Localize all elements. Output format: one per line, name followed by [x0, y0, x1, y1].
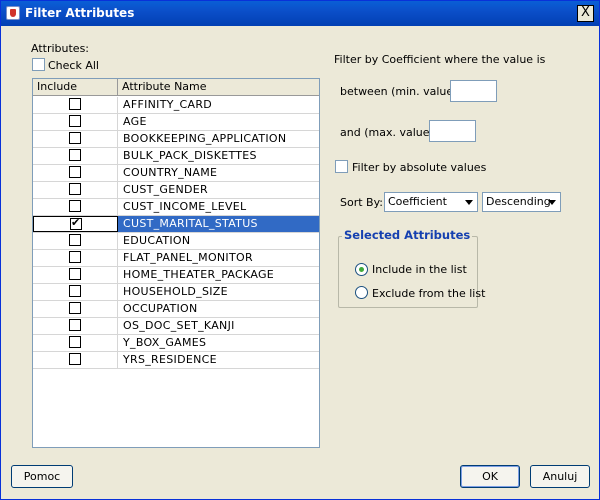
attribute-name-cell[interactable]: CUST_INCOME_LEVEL [118, 199, 319, 215]
include-cell [33, 267, 118, 283]
include-cell [33, 318, 118, 334]
absolute-values-checkbox[interactable] [335, 160, 348, 173]
table-header: Include Attribute Name [33, 79, 319, 96]
title-bar: Filter Attributes X [1, 1, 599, 26]
sort-order-select[interactable]: Descending [482, 192, 561, 212]
include-checkbox[interactable] [69, 166, 81, 178]
include-checkbox[interactable] [69, 319, 81, 331]
table-row[interactable]: COUNTRY_NAME [33, 165, 319, 182]
table-row[interactable]: BULK_PACK_DISKETTES [33, 148, 319, 165]
attribute-name-cell[interactable]: COUNTRY_NAME [118, 165, 319, 181]
close-button[interactable]: X [577, 5, 594, 22]
include-cell [33, 199, 118, 215]
include-label[interactable]: Include in the list [372, 263, 467, 276]
include-cell [33, 148, 118, 164]
cancel-button[interactable]: Anuluj [530, 465, 590, 488]
include-cell [33, 216, 118, 232]
table-row[interactable]: EDUCATION [33, 233, 319, 250]
table-row[interactable]: CUST_GENDER [33, 182, 319, 199]
include-checkbox[interactable] [69, 234, 81, 246]
include-checkbox[interactable] [69, 302, 81, 314]
attribute-name-cell[interactable]: BULK_PACK_DISKETTES [118, 148, 319, 164]
include-cell [33, 233, 118, 249]
attribute-name-cell[interactable]: CUST_GENDER [118, 182, 319, 198]
include-radio[interactable] [355, 263, 368, 276]
sort-field-select[interactable]: Coefficient [384, 192, 478, 212]
attributes-table[interactable]: Include Attribute Name AFFINITY_CARD AGE B… [32, 78, 320, 448]
include-cell [33, 114, 118, 130]
attribute-name-cell[interactable]: HOUSEHOLD_SIZE [118, 284, 319, 300]
include-checkbox[interactable] [69, 268, 81, 280]
filter-attributes-dialog: Filter Attributes X Attributes: Check Al… [0, 0, 600, 500]
table-row[interactable]: OS_DOC_SET_KANJI [33, 318, 319, 335]
include-cell [33, 165, 118, 181]
table-row[interactable]: HOME_THEATER_PACKAGE [33, 267, 319, 284]
min-value-input[interactable] [450, 80, 497, 102]
attributes-label: Attributes: [31, 42, 90, 55]
include-checkbox[interactable] [69, 353, 81, 365]
sort-field-value: Coefficient [388, 195, 447, 208]
attribute-name-cell[interactable]: AGE [118, 114, 319, 130]
include-cell [33, 131, 118, 147]
table-body: AFFINITY_CARD AGE BOOKKEEPING_APPLICATION B… [33, 97, 319, 369]
and-label: and (max. value): [340, 126, 438, 139]
include-cell [33, 352, 118, 368]
filter-heading: Filter by Coefficient where the value is [334, 53, 546, 66]
exclude-label[interactable]: Exclude from the list [372, 287, 485, 300]
window-title: Filter Attributes [25, 6, 135, 20]
table-row[interactable]: YRS_RESIDENCE [33, 352, 319, 369]
table-row[interactable]: FLAT_PANEL_MONITOR [33, 250, 319, 267]
table-row[interactable]: Y_BOX_GAMES [33, 335, 319, 352]
java-app-icon [6, 6, 20, 20]
include-checkbox[interactable] [69, 200, 81, 212]
attribute-name-cell[interactable]: AFFINITY_CARD [118, 97, 319, 113]
include-checkbox[interactable] [69, 149, 81, 161]
include-cell [33, 335, 118, 351]
max-value-input[interactable] [429, 120, 476, 142]
between-label: between (min. value): [340, 85, 462, 98]
attribute-name-cell[interactable]: FLAT_PANEL_MONITOR [118, 250, 319, 266]
sort-order-value: Descending [486, 195, 551, 208]
attribute-name-cell[interactable]: HOME_THEATER_PACKAGE [118, 267, 319, 283]
attribute-name-cell[interactable]: Y_BOX_GAMES [118, 335, 319, 351]
include-cell [33, 284, 118, 300]
chevron-down-icon [465, 200, 473, 205]
check-all-label[interactable]: Check All [48, 59, 99, 72]
table-row[interactable]: CUST_MARITAL_STATUS [33, 216, 319, 233]
include-checkbox[interactable] [69, 251, 81, 263]
include-cell [33, 250, 118, 266]
exclude-radio[interactable] [355, 286, 368, 299]
table-row[interactable]: CUST_INCOME_LEVEL [33, 199, 319, 216]
include-cell [33, 301, 118, 317]
include-checkbox[interactable] [69, 336, 81, 348]
table-row[interactable]: AFFINITY_CARD [33, 97, 319, 114]
selected-attributes-title: Selected Attributes [342, 228, 473, 242]
include-checkbox[interactable] [69, 183, 81, 195]
sort-by-label: Sort By: [340, 196, 384, 209]
ok-button[interactable]: OK [460, 465, 520, 488]
chevron-down-icon [548, 200, 556, 205]
help-button[interactable]: Pomoc [11, 465, 73, 488]
check-all-checkbox[interactable] [32, 58, 45, 71]
column-header-attribute-name[interactable]: Attribute Name [118, 79, 319, 96]
attribute-name-cell[interactable]: OCCUPATION [118, 301, 319, 317]
table-row[interactable]: OCCUPATION [33, 301, 319, 318]
table-row[interactable]: HOUSEHOLD_SIZE [33, 284, 319, 301]
include-cell [33, 182, 118, 198]
table-row[interactable]: BOOKKEEPING_APPLICATION [33, 131, 319, 148]
include-checkbox[interactable] [69, 115, 81, 127]
column-header-include[interactable]: Include [33, 79, 118, 96]
include-checkbox[interactable] [69, 98, 81, 110]
absolute-values-label[interactable]: Filter by absolute values [352, 161, 486, 174]
attribute-name-cell[interactable]: EDUCATION [118, 233, 319, 249]
include-cell [33, 97, 118, 113]
include-checkbox[interactable] [69, 285, 81, 297]
attribute-name-cell[interactable]: BOOKKEEPING_APPLICATION [118, 131, 319, 147]
include-checkbox[interactable] [69, 132, 81, 144]
attribute-name-cell[interactable]: CUST_MARITAL_STATUS [118, 216, 319, 232]
table-row[interactable]: AGE [33, 114, 319, 131]
include-checkbox[interactable] [70, 216, 82, 230]
attribute-name-cell[interactable]: OS_DOC_SET_KANJI [118, 318, 319, 334]
attribute-name-cell[interactable]: YRS_RESIDENCE [118, 352, 319, 368]
